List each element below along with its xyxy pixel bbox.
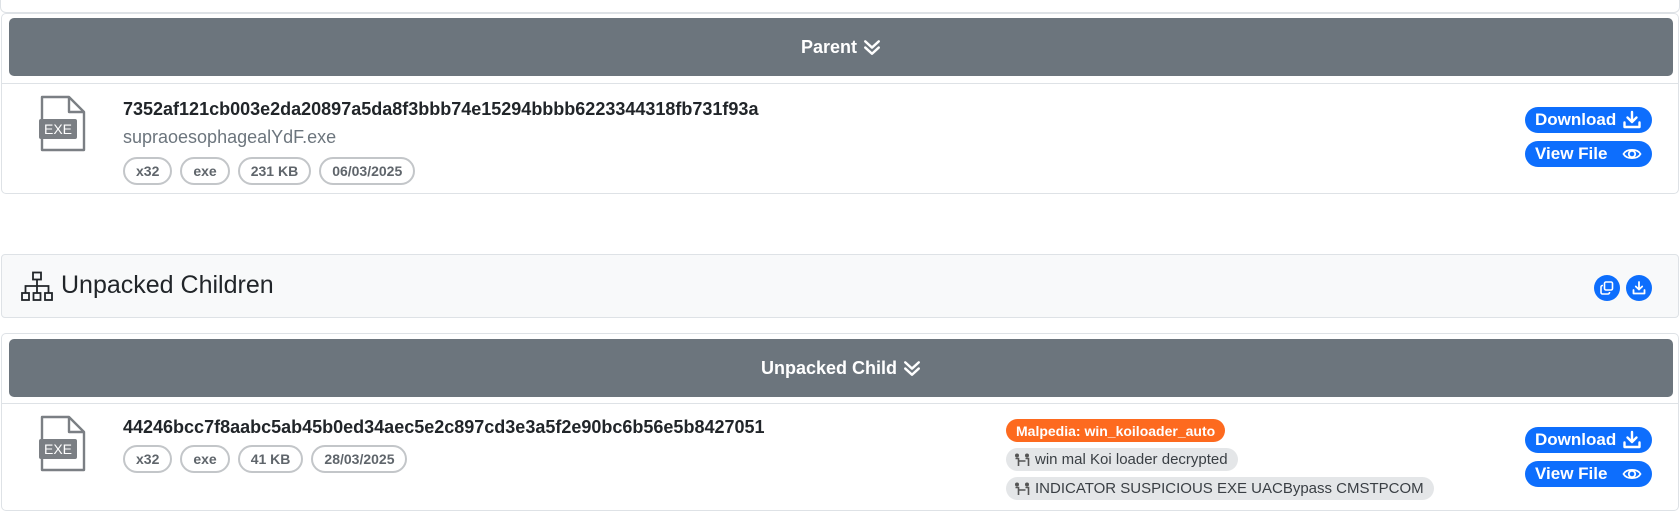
child-file-row: EXE 44246bcc7f8aabc5ab45b0ed34aec5e2c897…: [2, 403, 1678, 511]
detection-tags: Malpedia: win_koiloader_auto win mal Koi…: [1006, 419, 1434, 500]
file-hash: 44246bcc7f8aabc5ab45b0ed34aec5e2c897cd3e…: [123, 417, 765, 437]
child-header-toggle[interactable]: Unpacked Child: [9, 339, 1673, 397]
parent-header-toggle[interactable]: Parent: [9, 18, 1673, 76]
type-tag: exe: [180, 157, 230, 185]
yara-rule-badge[interactable]: win mal Koi loader decrypted: [1006, 448, 1238, 471]
chevron-double-down-icon: [904, 361, 921, 376]
file-tags: x32 exe 41 KB 28/03/2025: [123, 445, 408, 473]
sitemap-icon: [21, 271, 53, 301]
size-tag: 231 KB: [237, 157, 312, 185]
arch-tag: x32: [123, 157, 173, 185]
download-label: Download: [1535, 110, 1617, 129]
date-tag: 06/03/2025: [319, 157, 416, 185]
download-button[interactable]: Download: [1525, 427, 1652, 453]
yara-rule-label: INDICATOR SUSPICIOUS EXE UACBypass CMSTP…: [1035, 480, 1424, 497]
size-tag: 41 KB: [237, 445, 304, 473]
unpacked-child-card: Unpacked Child EXE 44246bcc7f8aabc5ab45b…: [1, 333, 1679, 511]
svg-text:EXE: EXE: [44, 121, 72, 137]
view-file-label: View File: [1535, 144, 1608, 163]
yara-icon: [1015, 482, 1030, 495]
download-icon: [1632, 281, 1646, 295]
download-button[interactable]: Download: [1525, 107, 1652, 133]
yara-icon: [1015, 453, 1030, 466]
parent-header-label: Parent: [800, 36, 858, 57]
chevron-double-down-icon: [864, 40, 881, 55]
parent-file-row: EXE 7352af121cb003e2da20897a5da8f3bbb74e…: [2, 83, 1678, 193]
download-all-button[interactable]: [1626, 275, 1652, 301]
eye-icon: [1622, 468, 1642, 480]
file-hash: 7352af121cb003e2da20897a5da8f3bbb74e1529…: [123, 99, 759, 119]
unpacked-children-bar: Unpacked Children: [1, 254, 1679, 318]
download-icon: [1623, 110, 1641, 129]
parent-card: Parent EXE 7352af121cb003e2da20897a5da8f…: [1, 13, 1679, 194]
arch-tag: x32: [123, 445, 173, 473]
view-file-label: View File: [1535, 464, 1608, 483]
exe-file-icon: EXE: [39, 415, 86, 472]
yara-rule-badge[interactable]: INDICATOR SUSPICIOUS EXE UACBypass CMSTP…: [1006, 477, 1434, 500]
type-tag: exe: [180, 445, 230, 473]
yara-rule-label: win mal Koi loader decrypted: [1035, 451, 1228, 468]
child-header-label: Unpacked Child: [760, 357, 898, 378]
download-label: Download: [1535, 430, 1617, 449]
svg-text:EXE: EXE: [44, 441, 72, 457]
eye-icon: [1622, 148, 1642, 160]
file-actions: Download View File: [1525, 427, 1652, 487]
download-icon: [1623, 430, 1641, 449]
section-title: Unpacked Children: [61, 271, 274, 299]
file-tags: x32 exe 231 KB 06/03/2025: [123, 157, 416, 185]
view-file-button[interactable]: View File: [1525, 141, 1652, 167]
copy-icon: [1600, 281, 1614, 295]
file-name: supraoesophagealYdF.exe: [123, 127, 337, 147]
previous-card-edge: [0, 0, 1680, 13]
view-file-button[interactable]: View File: [1525, 461, 1652, 487]
date-tag: 28/03/2025: [311, 445, 408, 473]
copy-button[interactable]: [1594, 275, 1620, 301]
malpedia-badge[interactable]: Malpedia: win_koiloader_auto: [1006, 419, 1226, 442]
exe-file-icon: EXE: [39, 95, 86, 152]
file-actions: Download View File: [1525, 107, 1652, 167]
